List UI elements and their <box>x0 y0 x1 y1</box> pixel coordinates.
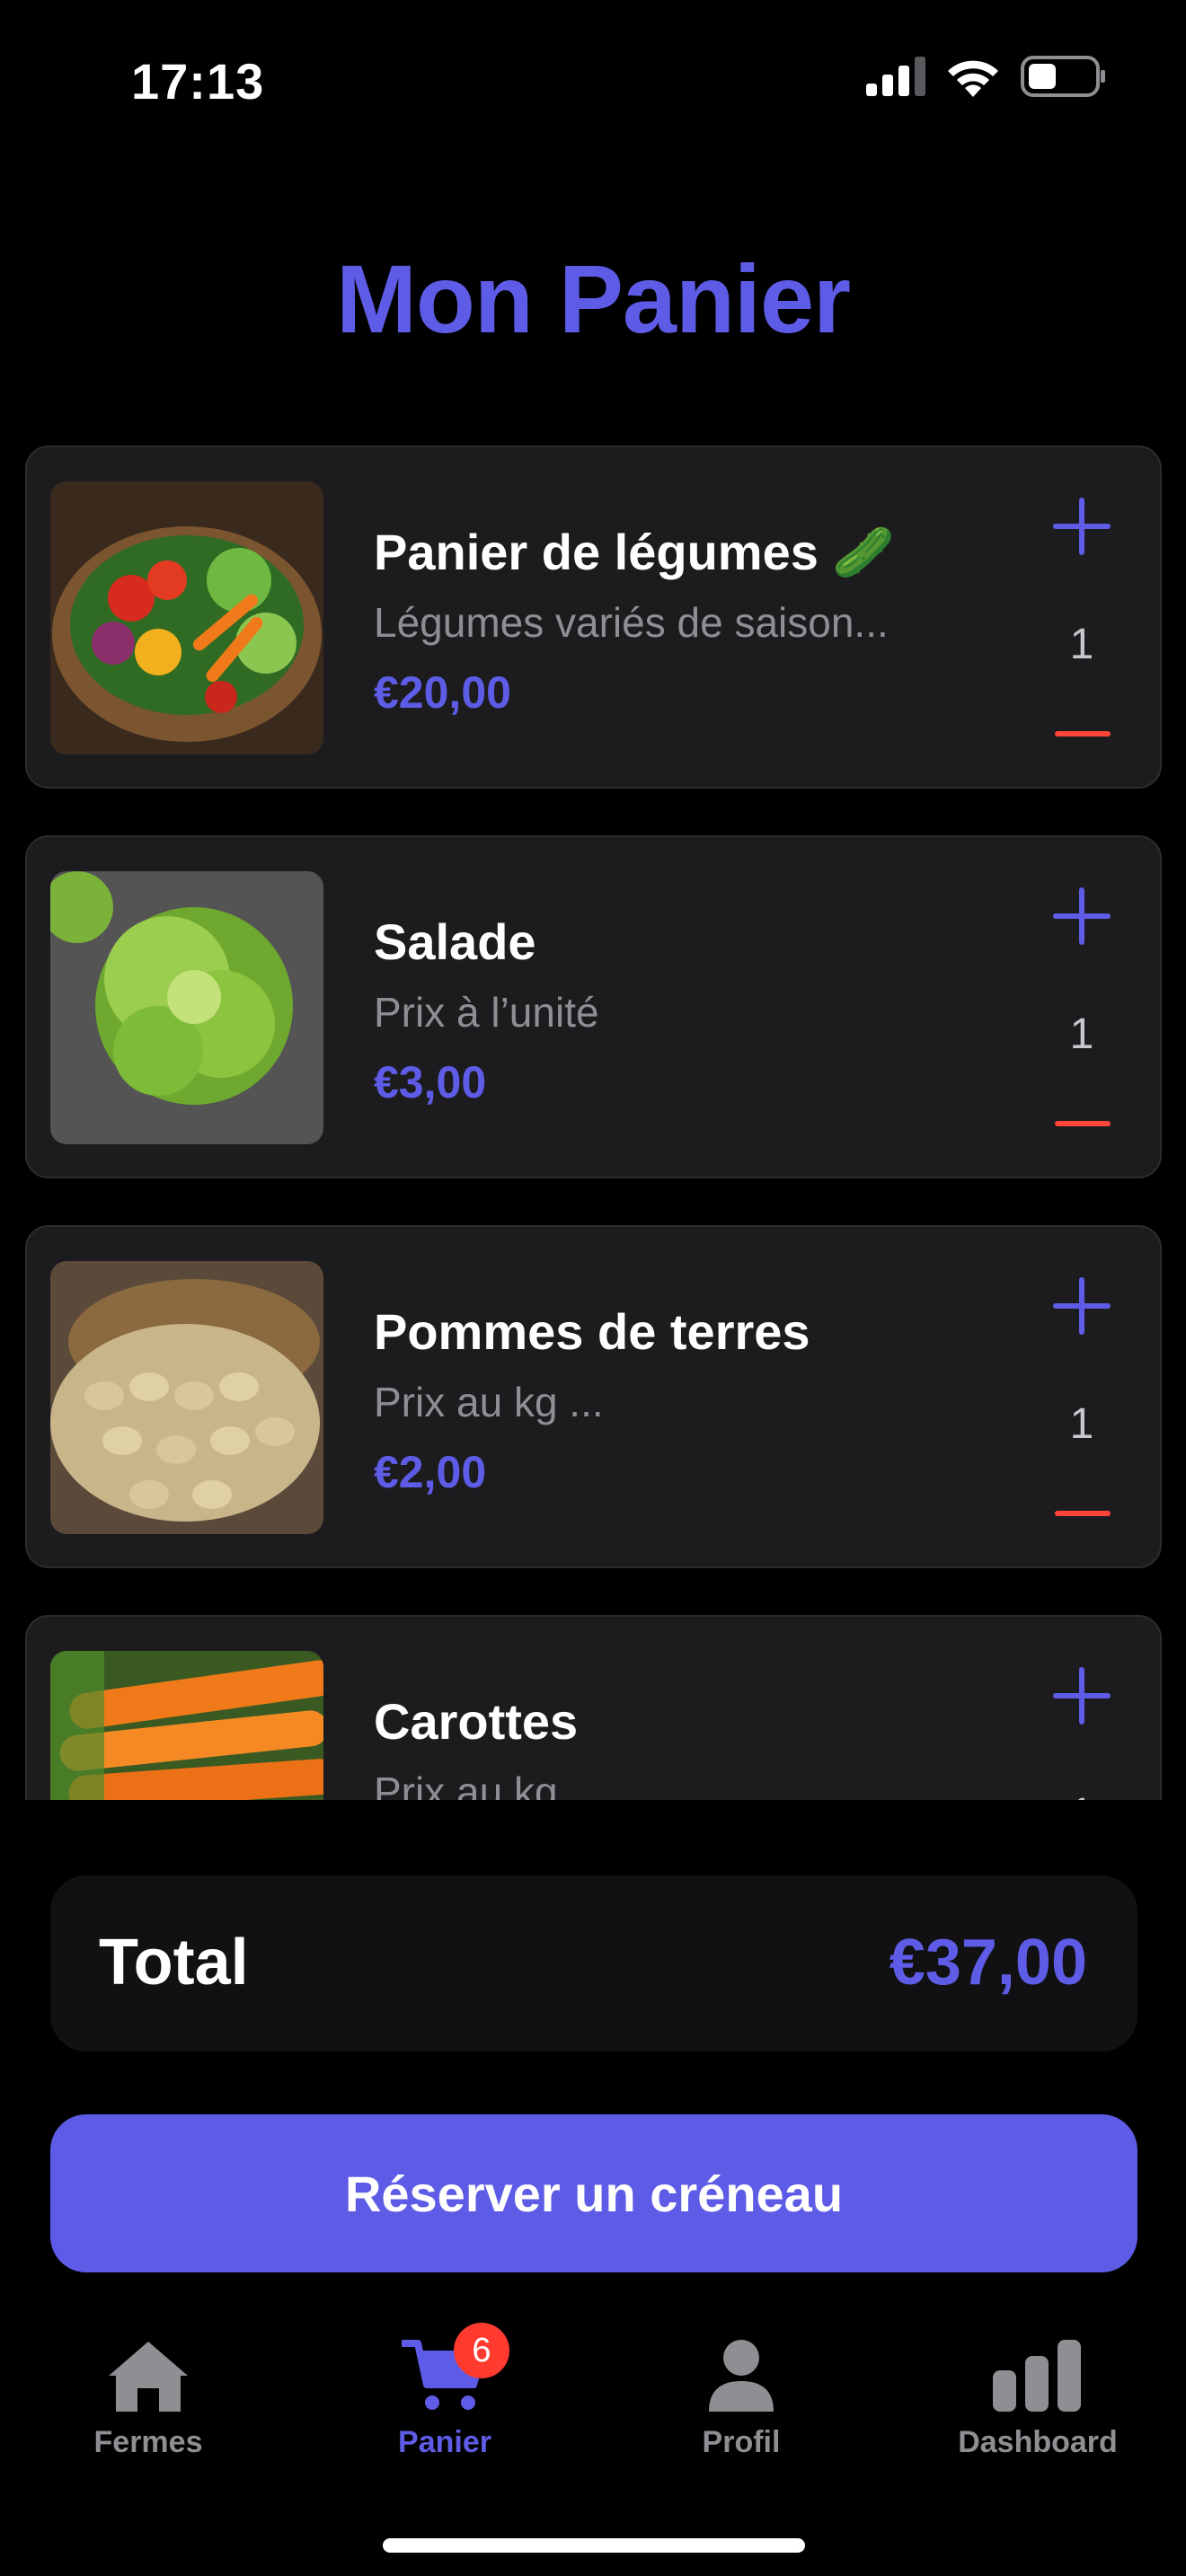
cart-item-card[interactable]: Carottes Prix au kg 1 <box>25 1615 1162 1800</box>
item-price: €3,00 <box>374 1057 487 1107</box>
reserve-slot-button[interactable]: Réserver un créneau <box>50 2114 1137 2272</box>
item-name: Panier de légumes 🥒 <box>374 524 896 580</box>
person-icon <box>696 2335 786 2416</box>
decrease-quantity-button[interactable] <box>1055 731 1111 737</box>
house-icon <box>103 2335 193 2416</box>
decrease-quantity-button[interactable] <box>1055 1121 1111 1126</box>
item-price: €2,00 <box>374 1447 487 1497</box>
tab-panier[interactable]: 6 Panier <box>296 2323 593 2479</box>
status-icons <box>866 56 1107 97</box>
item-description: Prix à l’unité <box>374 989 599 1036</box>
increase-quantity-button[interactable] <box>1053 498 1111 555</box>
increase-quantity-button[interactable] <box>1053 887 1111 945</box>
cart-item-card[interactable]: Panier de légumes 🥒 Légumes variés de sa… <box>25 446 1162 789</box>
increase-quantity-button[interactable] <box>1053 1667 1111 1725</box>
item-name: Pommes de terres <box>374 1303 810 1360</box>
bar-chart-icon <box>993 2335 1083 2416</box>
item-description: Prix au kg ... <box>374 1379 604 1425</box>
cart-list[interactable]: Panier de légumes 🥒 Légumes variés de sa… <box>25 446 1162 1800</box>
item-name: Salade <box>374 913 536 970</box>
product-image-vegetable-basket <box>50 481 323 754</box>
item-description: Prix au kg <box>374 1769 558 1800</box>
item-price: €20,00 <box>374 667 511 718</box>
item-description: Légumes variés de saison... <box>374 599 889 646</box>
cart-item-card[interactable]: Salade Prix à l’unité €3,00 1 <box>25 835 1162 1178</box>
tab-label: Fermes <box>93 2425 203 2459</box>
status-time: 17:13 <box>131 53 265 110</box>
cellular-signal-icon <box>866 57 925 96</box>
cart-screen: 17:13 Mon Panier Panier de légumes 🥒 Lég… <box>0 0 1186 2576</box>
total-label: Total <box>99 1927 249 1998</box>
tab-label: Panier <box>398 2425 491 2459</box>
tab-dashboard[interactable]: Dashboard <box>890 2335 1186 2479</box>
total-summary: Total €37,00 <box>50 1875 1137 2051</box>
page-title: Mon Panier <box>335 244 851 353</box>
product-image-salad <box>50 871 323 1144</box>
wifi-icon <box>948 60 998 97</box>
quantity-value: 1 <box>1037 1789 1127 1800</box>
cart-item-card[interactable]: Pommes de terres Prix au kg ... €2,00 1 <box>25 1225 1162 1568</box>
total-value: €37,00 <box>889 1927 1087 1998</box>
product-image-potatoes <box>50 1261 323 1534</box>
tab-label: Dashboard <box>958 2425 1118 2459</box>
quantity-value: 1 <box>1069 621 1094 668</box>
decrease-quantity-button[interactable] <box>1055 1511 1111 1516</box>
item-name: Carottes <box>374 1693 579 1750</box>
tab-fermes[interactable]: Fermes <box>0 2335 296 2479</box>
quantity-value: 1 <box>1069 1400 1094 1448</box>
battery-icon <box>1021 56 1105 97</box>
cart-icon: 6 <box>400 2323 509 2416</box>
tab-profil[interactable]: Profil <box>593 2335 890 2479</box>
cart-count-badge: 6 <box>454 2323 509 2378</box>
tab-label: Profil <box>702 2425 781 2459</box>
product-image-carrots <box>50 1651 323 1800</box>
increase-quantity-button[interactable] <box>1053 1277 1111 1335</box>
quantity-value: 1 <box>1069 1010 1094 1058</box>
home-indicator <box>383 2538 805 2553</box>
